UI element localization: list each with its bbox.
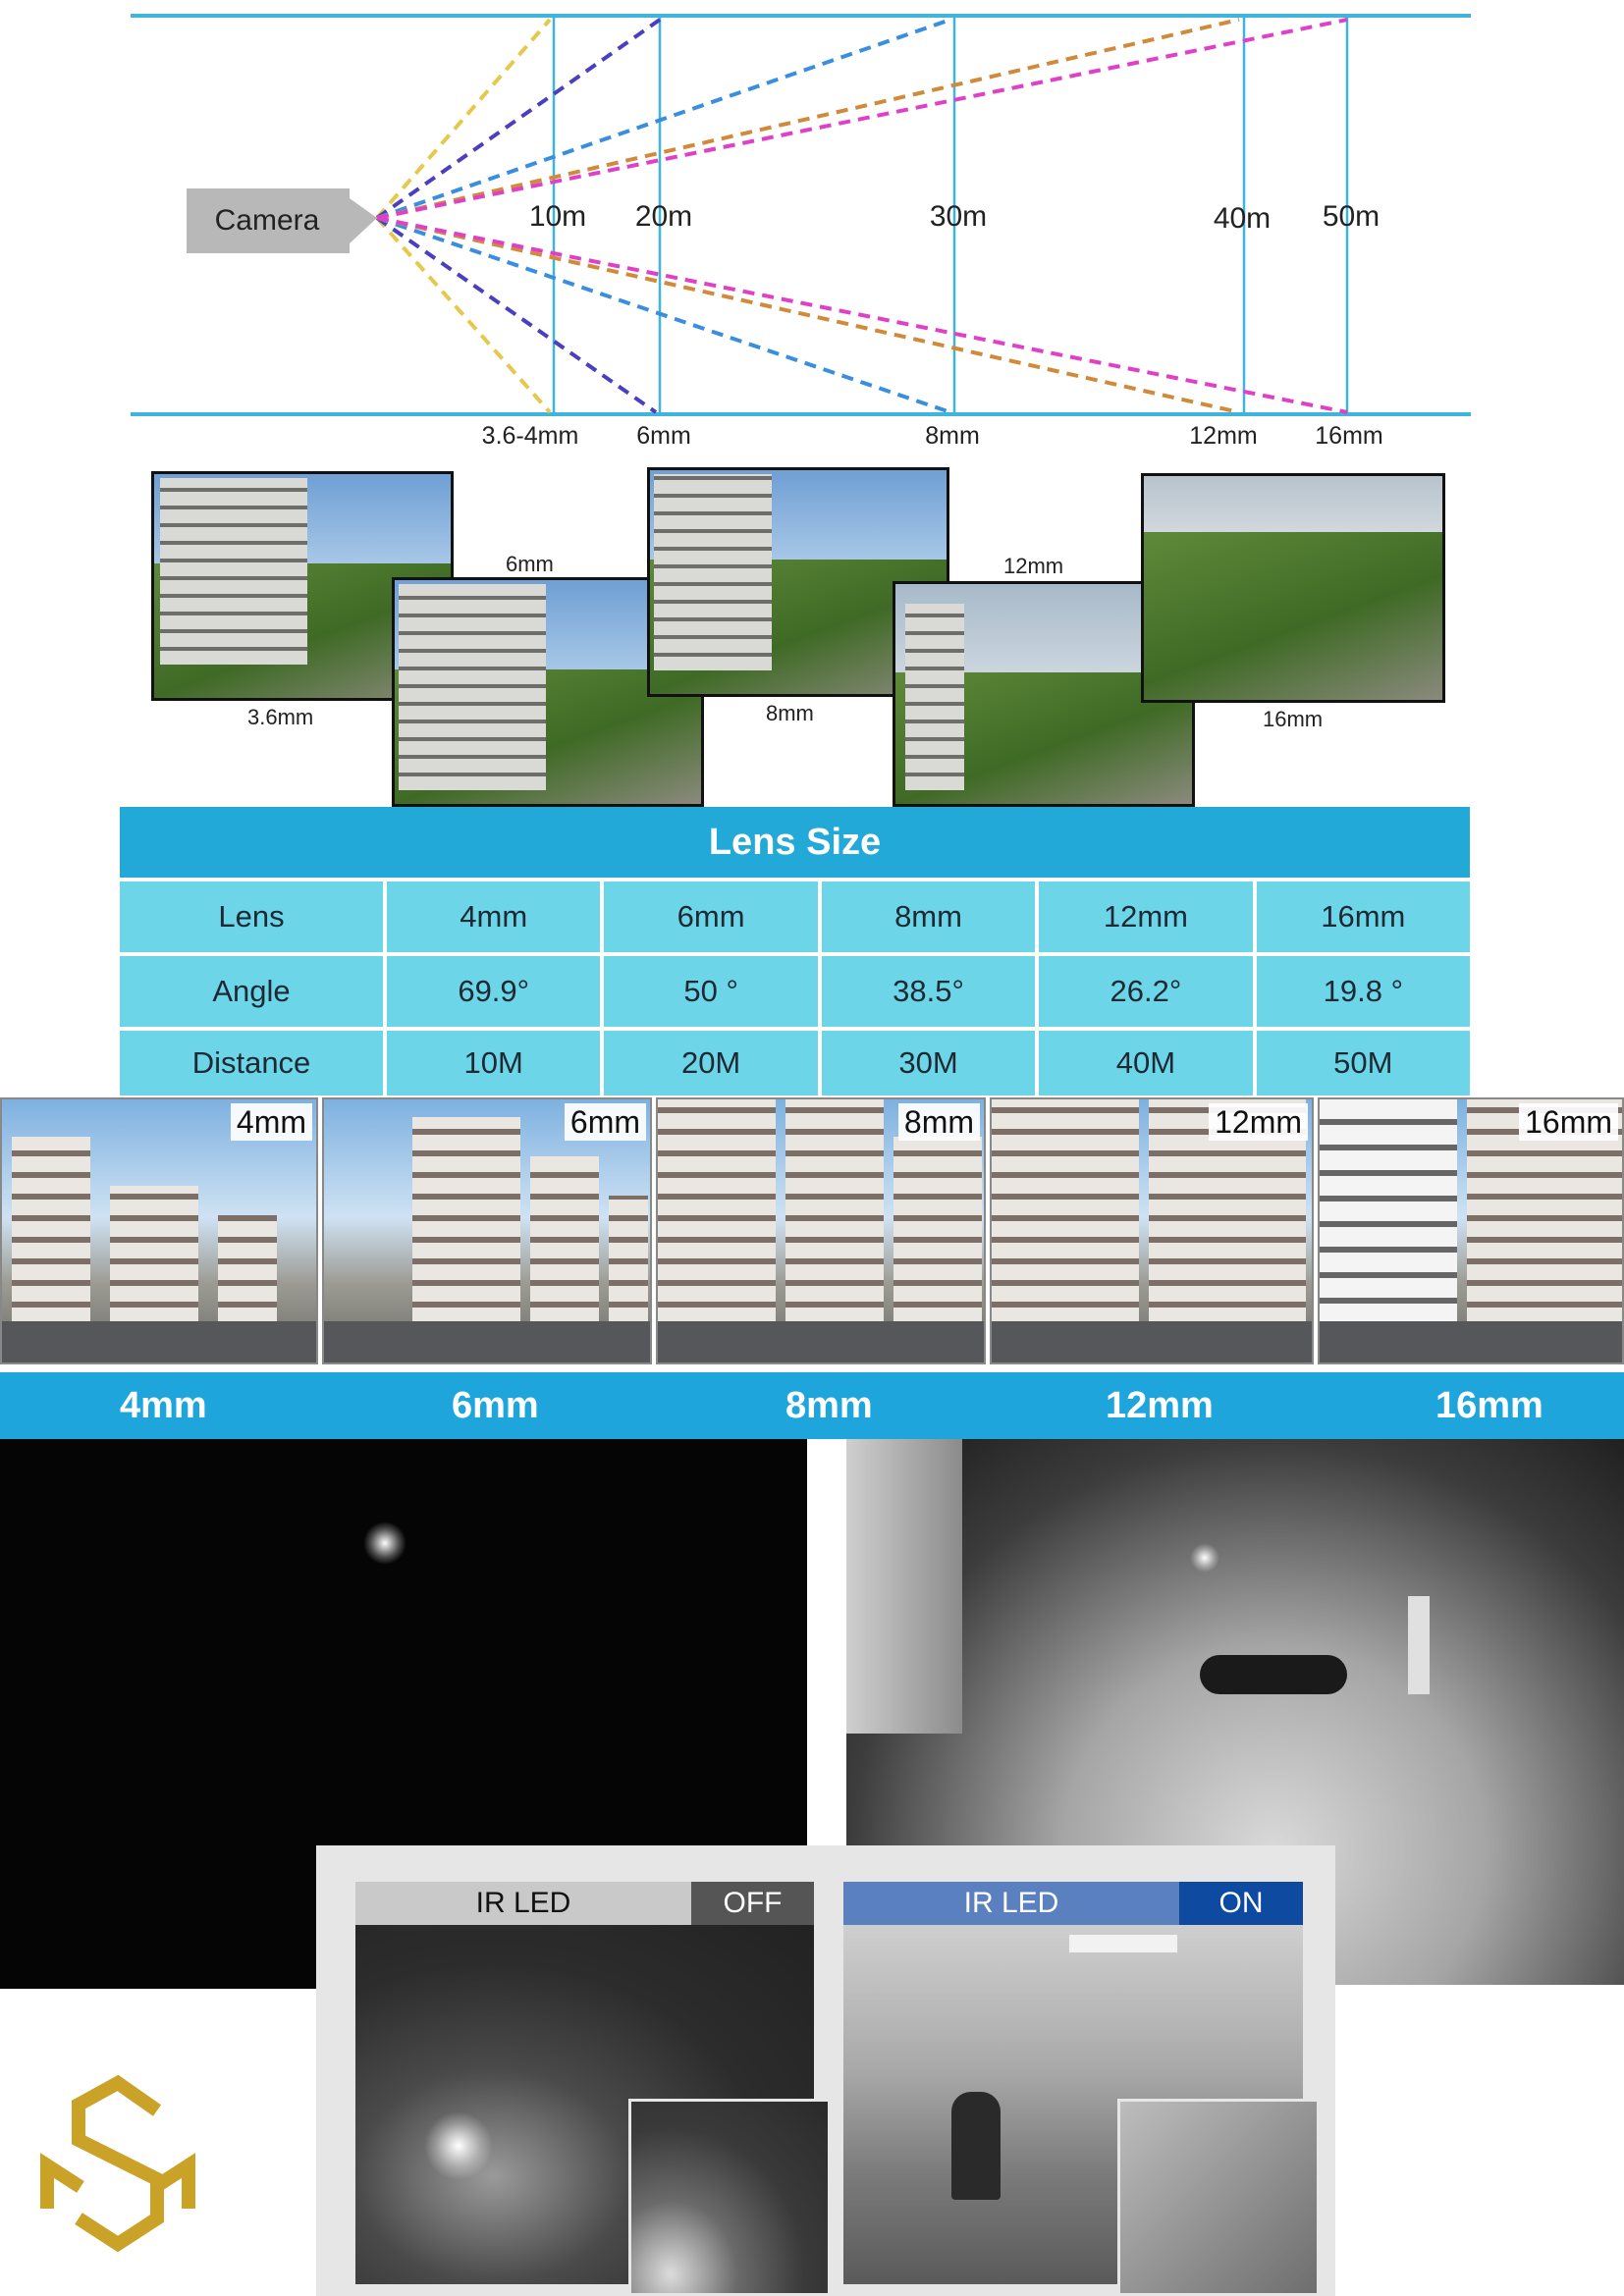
focal-photo: 6mm <box>322 1097 652 1364</box>
table-cell: 19.8 ° <box>1252 956 1470 1027</box>
table-cell: 8mm <box>817 881 1035 952</box>
table-row: Angle 69.9° 50 ° 38.5° 26.2° 19.8 ° <box>120 952 1470 1027</box>
focal-photo-tag: 8mm <box>897 1103 980 1141</box>
distance-label: 30m <box>930 200 987 233</box>
focal-photo: 12mm <box>990 1097 1314 1364</box>
focal-photo-tag: 16mm <box>1519 1103 1618 1141</box>
focal-photo: 8mm <box>656 1097 986 1364</box>
table-row: Lens 4mm 6mm 8mm 12mm 16mm <box>120 878 1470 952</box>
distance-label: 10m <box>529 200 586 233</box>
table-cell: 38.5° <box>817 956 1035 1027</box>
lens-label: 6mm <box>636 422 691 450</box>
focal-bar-label: 6mm <box>452 1385 539 1426</box>
table-cell: 69.9° <box>383 956 600 1027</box>
row-label: Lens <box>218 899 285 934</box>
focal-bar-label: 4mm <box>120 1385 207 1426</box>
table-cell: 26.2° <box>1035 956 1252 1027</box>
table-cell: 12mm <box>1035 881 1252 952</box>
sample-photo-caption: 3.6mm <box>247 705 314 729</box>
table-cell: 40M <box>1035 1031 1252 1095</box>
focal-photo-tag: 4mm <box>230 1103 312 1141</box>
lens-label: 3.6-4mm <box>482 422 579 450</box>
distance-label: 40m <box>1214 202 1271 235</box>
ir-led-off-badge: OFF <box>691 1882 814 1925</box>
sample-photo-caption: 12mm <box>1003 554 1064 578</box>
fov-diagram: Camera 10m 20m 30m 40m 50m 3.6-4mm 6mm 8… <box>131 14 1471 450</box>
ir-led-label: IR LED <box>843 1882 1179 1925</box>
table-row: Distance 10M 20M 30M 40M 50M <box>120 1027 1470 1095</box>
table-cell: 20M <box>600 1031 817 1095</box>
ir-on-inset <box>1117 2099 1320 2296</box>
lens-label: 16mm <box>1315 422 1382 450</box>
fov-rays <box>375 18 1348 414</box>
row-label: Angle <box>212 974 291 1008</box>
sm-monogram-logo <box>40 2074 195 2253</box>
focal-bar-label: 12mm <box>1106 1385 1214 1426</box>
sample-photo-caption: 16mm <box>1263 707 1324 731</box>
focal-length-bar: 4mm 6mm 8mm 12mm 16mm <box>0 1372 1624 1439</box>
table-cell: 10M <box>383 1031 600 1095</box>
sample-photo-caption: 8mm <box>766 701 814 725</box>
ir-led-panel: IR LED OFF IR LED ON <box>316 1845 1335 2296</box>
focal-bar-label: 16mm <box>1435 1385 1543 1426</box>
focal-photo-tag: 6mm <box>564 1103 646 1141</box>
ir-led-on-badge: ON <box>1179 1882 1303 1925</box>
distance-label: 50m <box>1323 200 1380 233</box>
camera-label: Camera <box>215 204 320 237</box>
table-cell: 30M <box>817 1031 1035 1095</box>
focal-photo: 4mm <box>0 1097 318 1364</box>
sample-photo-caption: 6mm <box>506 552 554 576</box>
lens-label: 12mm <box>1189 422 1257 450</box>
lens-table-title: Lens Size <box>120 807 1470 878</box>
table-cell: 50 ° <box>600 956 817 1027</box>
ir-off-inset <box>628 2099 831 2296</box>
table-cell: 50M <box>1252 1031 1470 1095</box>
focal-photo-tag: 12mm <box>1209 1103 1308 1141</box>
lens-label: 8mm <box>925 422 980 450</box>
table-cell: 4mm <box>383 881 600 952</box>
distance-label: 20m <box>635 200 692 233</box>
table-cell: 16mm <box>1252 881 1470 952</box>
focal-bar-label: 8mm <box>785 1385 873 1426</box>
lens-size-table: Lens Size Lens 4mm 6mm 8mm 12mm 16mm Ang… <box>120 807 1470 1095</box>
ir-led-label: IR LED <box>355 1882 691 1925</box>
sample-photo <box>1141 473 1445 703</box>
row-label: Distance <box>191 1045 311 1080</box>
table-cell: 6mm <box>600 881 817 952</box>
focal-photo: 16mm <box>1318 1097 1624 1364</box>
